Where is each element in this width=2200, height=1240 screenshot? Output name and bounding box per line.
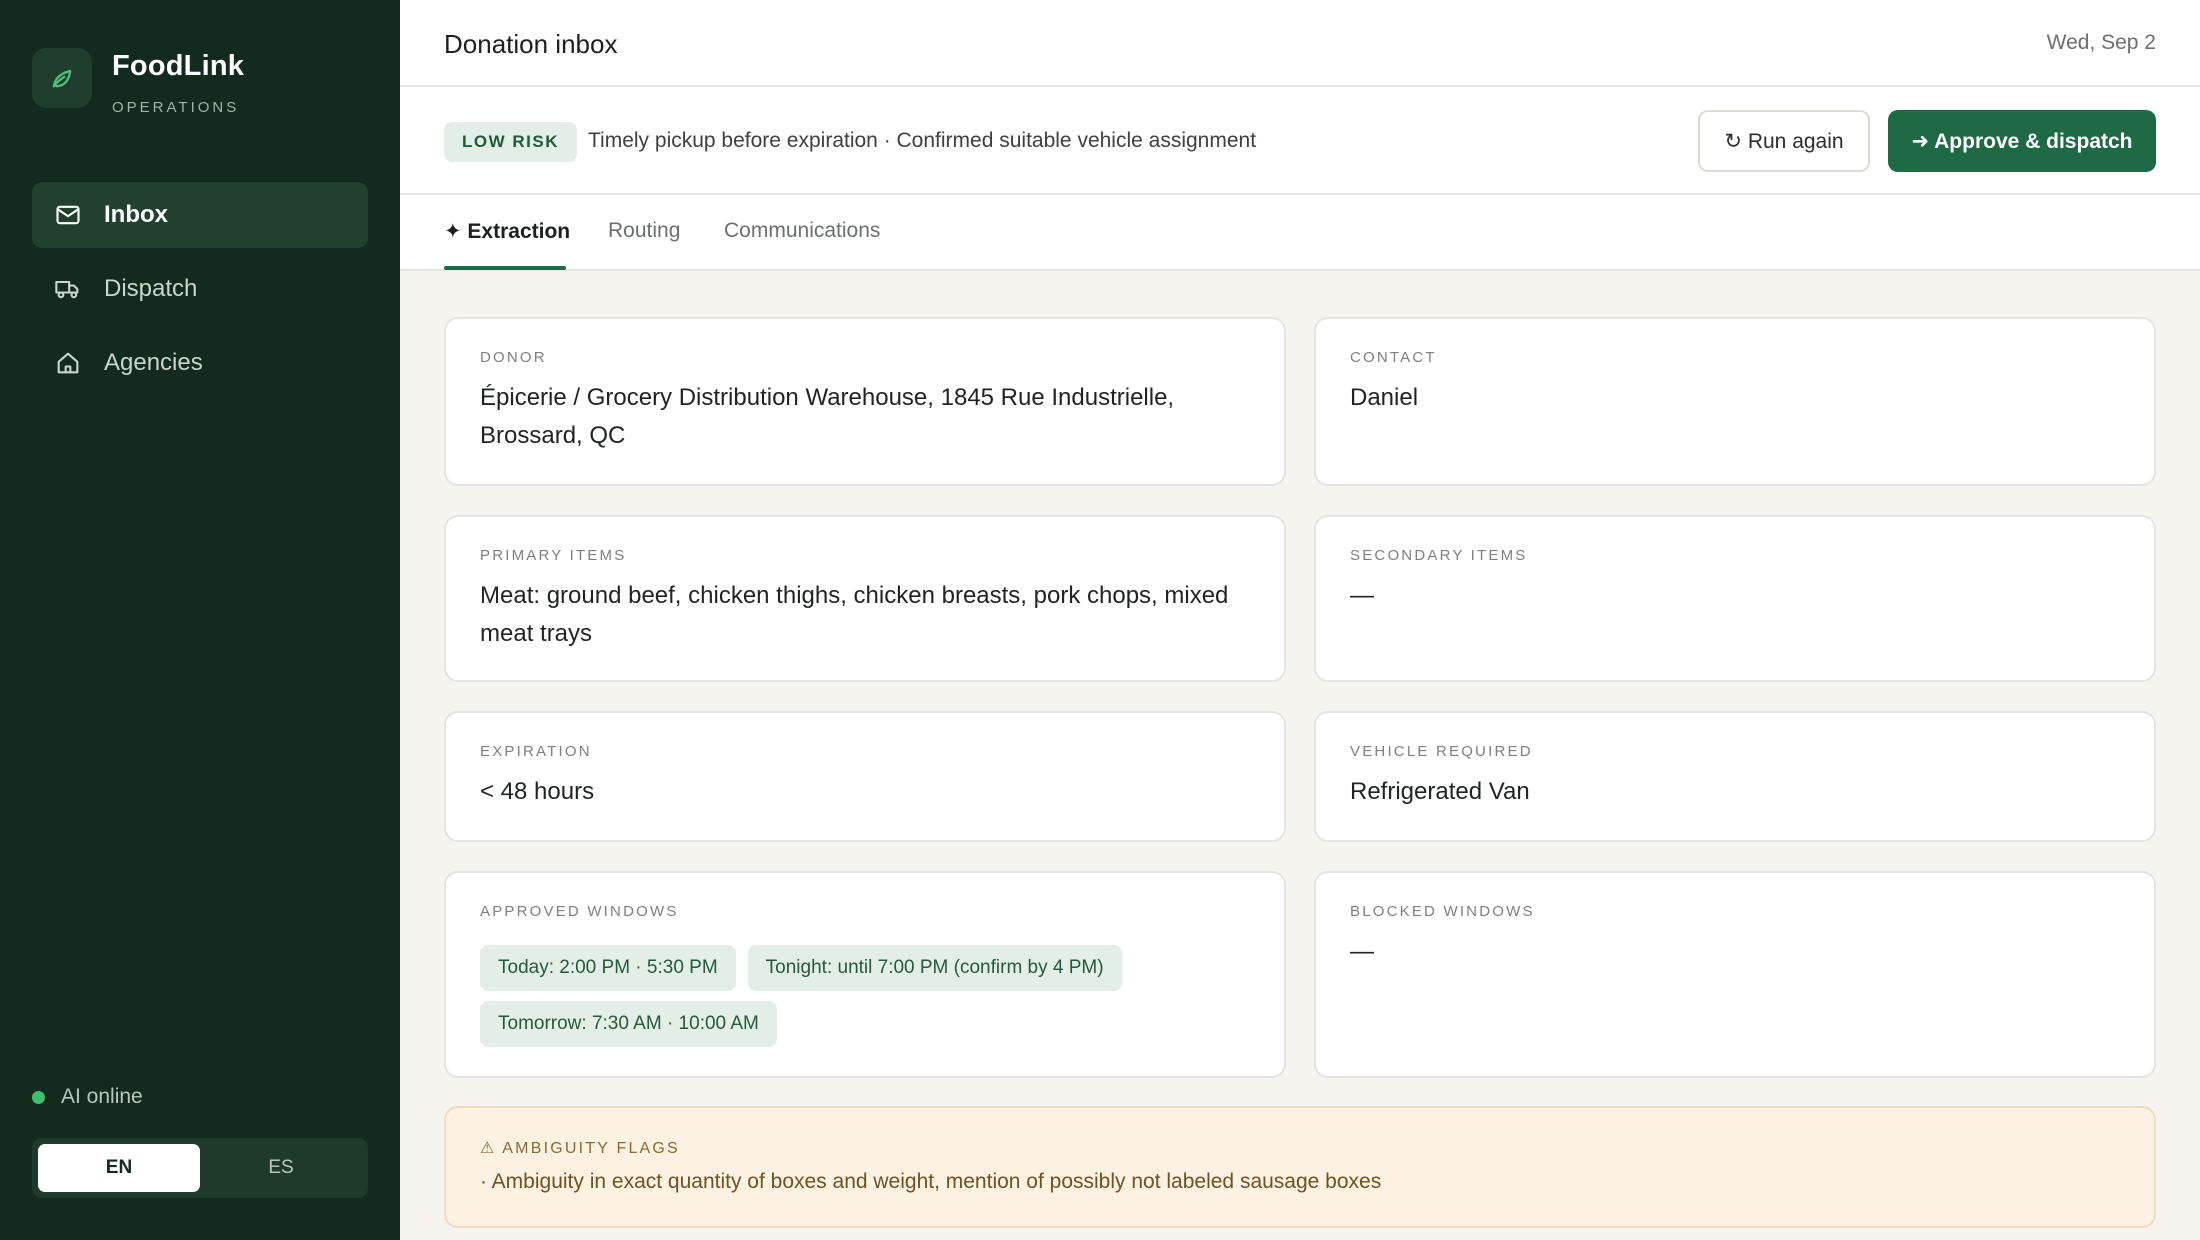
language-es-button[interactable]: ES [200,1144,362,1192]
language-switcher: EN ES [32,1138,368,1198]
expiration-card: EXPIRATION < 48 hours [444,711,1286,842]
donor-value: Épicerie / Grocery Distribution Warehous… [480,384,1175,449]
window-chip: Tomorrow: 7:30 AM · 10:00 AM [480,1001,777,1047]
active-tab-indicator [444,266,566,270]
card-label: DONOR [480,349,547,366]
approved-windows-card: APPROVED WINDOWS Today: 2:00 PM · 5:30 P… [444,871,1286,1078]
secondary-items-card: SECONDARY ITEMS — [1314,515,2156,682]
blocked-windows-card: BLOCKED WINDOWS — [1314,871,2156,1078]
secondary-items-value: — [1350,582,1374,609]
language-en-button[interactable]: EN [38,1144,200,1192]
top-bar: Donation inbox Wed, Sep 2 [400,0,2200,87]
expiration-value: < 48 hours [480,778,595,805]
sidebar-item-label: Agencies [104,349,203,376]
contact-card: CONTACT Daniel [1314,317,2156,486]
approved-windows-list: Today: 2:00 PM · 5:30 PM Tonight: until … [480,945,1264,1057]
card-label: SECONDARY ITEMS [1350,547,1528,564]
risk-summary: Timely pickup before expiration · Confir… [588,129,1257,152]
home-icon [57,352,79,374]
risk-bar: LOW RISK Timely pickup before expiration… [400,87,2200,195]
ambiguity-flags-title: ⚠ AMBIGUITY FLAGS [480,1140,680,1157]
brand: FoodLink OPERATIONS [32,48,244,116]
sidebar: FoodLink OPERATIONS Inbox Dispatch Agenc… [0,0,400,1240]
donor-card: DONOR Épicerie / Grocery Distribution Wa… [444,317,1286,486]
tab-routing[interactable]: Routing [608,219,680,243]
primary-items-card: PRIMARY ITEMS Meat: ground beef, chicken… [444,515,1286,682]
ambiguity-flag-item: · Ambiguity in exact quantity of boxes a… [480,1170,1382,1193]
approve-dispatch-button[interactable]: ➜ Approve & dispatch [1888,110,2156,172]
ambiguity-flags-card: ⚠ AMBIGUITY FLAGS · Ambiguity in exact q… [444,1106,2156,1228]
current-date: Wed, Sep 2 [2046,31,2156,54]
brand-subtitle: OPERATIONS [112,99,240,116]
status-dot-icon [32,1090,45,1104]
primary-items-value: Meat: ground beef, chicken thighs, chick… [480,582,1229,647]
main-content: Donation inbox Wed, Sep 2 LOW RISK Timel… [400,0,2200,1240]
mail-icon [56,205,80,225]
tab-bar: ✦ Extraction Routing Communications [400,195,2200,271]
tab-extraction[interactable]: ✦ Extraction [444,219,570,244]
leaf-icon [32,48,92,108]
truck-icon [55,280,79,299]
card-label: APPROVED WINDOWS [480,903,679,920]
card-label: PRIMARY ITEMS [480,547,627,564]
run-again-button[interactable]: ↻ Run again [1698,110,1870,172]
vehicle-card: VEHICLE REQUIRED Refrigerated Van [1314,711,2156,842]
ai-status-label: AI online [61,1085,143,1108]
blocked-windows-value: — [1350,938,1374,965]
page-title: Donation inbox [444,29,618,59]
card-label: CONTACT [1350,349,1437,366]
card-label: EXPIRATION [480,743,592,760]
sidebar-item-label: Dispatch [104,275,198,302]
window-chip: Tonight: until 7:00 PM (confirm by 4 PM) [747,945,1122,991]
card-label: BLOCKED WINDOWS [1350,903,1535,920]
sidebar-item-inbox[interactable]: Inbox [32,182,368,248]
sidebar-item-label: Inbox [104,201,168,228]
contact-value: Daniel [1350,384,1419,411]
sidebar-nav: Inbox Dispatch Agencies [32,182,368,404]
vehicle-value: Refrigerated Van [1350,778,1530,805]
brand-name: FoodLink [112,50,245,82]
risk-badge: LOW RISK [444,122,577,162]
ai-status: AI online [32,1085,143,1109]
sidebar-item-dispatch[interactable]: Dispatch [32,256,368,322]
card-label: VEHICLE REQUIRED [1350,743,1533,760]
window-chip: Today: 2:00 PM · 5:30 PM [480,945,736,991]
tab-communications[interactable]: Communications [724,219,880,243]
sidebar-item-agencies[interactable]: Agencies [32,330,368,396]
